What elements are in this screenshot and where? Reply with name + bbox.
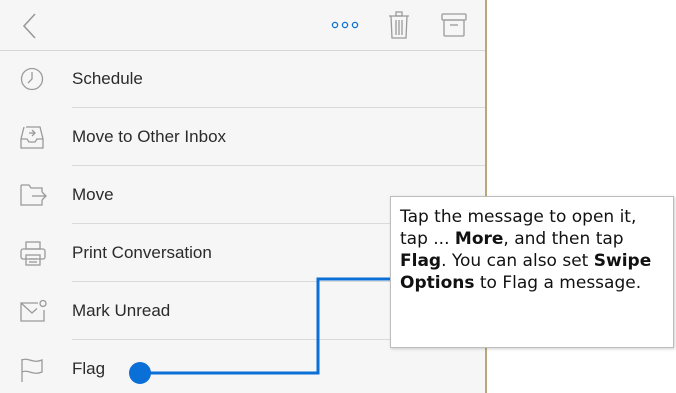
menu-item-label: Flag — [72, 359, 106, 378]
menu-item-label: Print Conversation — [72, 243, 212, 262]
top-toolbar — [0, 0, 485, 51]
archive-icon[interactable] — [441, 13, 467, 37]
menu-item-label: Schedule — [72, 69, 143, 88]
callout-bold-more: More — [454, 229, 504, 249]
callout-text: , and then tap — [503, 229, 624, 249]
envelope-unread-icon — [20, 299, 47, 323]
menu-item-label: Move — [72, 185, 114, 204]
callout-text: . You can also set — [441, 251, 594, 271]
menu-item-label: Mark Unread — [72, 301, 171, 320]
callout-bold-flag: Flag — [400, 251, 442, 271]
folder-move-icon — [20, 183, 47, 207]
inbox-move-icon — [20, 125, 46, 149]
trash-icon[interactable] — [388, 11, 410, 39]
instruction-callout: Tap the message to open it, tap ... More… — [390, 196, 674, 348]
flag-icon — [20, 357, 46, 382]
clock-icon — [20, 67, 46, 91]
ellipsis-icon[interactable] — [331, 20, 359, 30]
menu-item-move-to-other-inbox[interactable]: Move to Other Inbox — [0, 108, 485, 166]
menu-item-label: Move to Other Inbox — [72, 127, 227, 146]
callout-text: to Flag a message. — [474, 273, 642, 293]
printer-icon — [20, 241, 46, 266]
menu-item-schedule[interactable]: Schedule — [0, 50, 485, 108]
chevron-left-icon[interactable] — [22, 12, 38, 40]
